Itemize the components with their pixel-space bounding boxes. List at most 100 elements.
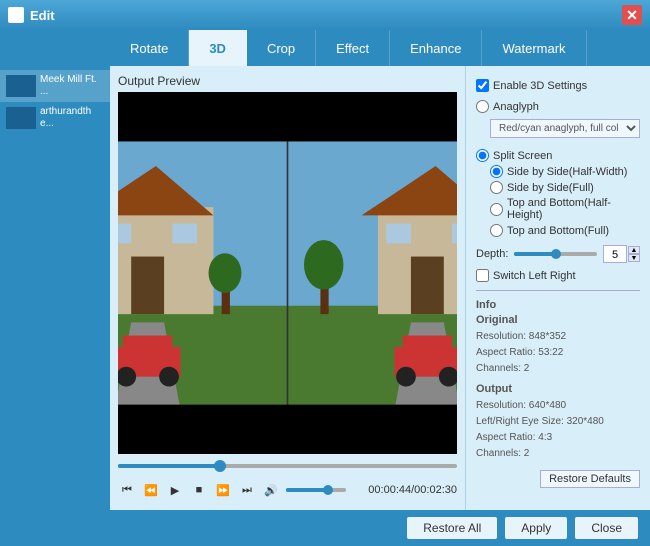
output-channels: Channels: 2 (476, 446, 640, 462)
step-forward-button[interactable]: ⏩ (214, 481, 232, 499)
split-opt-1-label: Side by Side(Half-Width) (507, 166, 627, 178)
anaglyph-row: Anaglyph (476, 100, 640, 113)
seek-bar[interactable] (118, 464, 457, 468)
stop-button[interactable]: ■ (190, 481, 208, 499)
tab-3d[interactable]: 3D (189, 30, 247, 66)
enable-3d-label: Enable 3D Settings (493, 80, 587, 92)
file-item-1[interactable]: Meek Mill Ft. ... (0, 70, 110, 102)
step-back-button[interactable]: ⏪ (142, 481, 160, 499)
info-title: Info (476, 299, 640, 311)
time-display: 00:00:44/00:02:30 (368, 484, 457, 496)
split-screen-row: Split Screen (476, 149, 640, 162)
switch-lr-row: Switch Left Right (476, 269, 640, 282)
split-opt-1-row: Side by Side(Half-Width) (490, 165, 640, 178)
file-thumb-1 (6, 75, 36, 97)
depth-row: Depth: 5 ▲ ▼ (476, 245, 640, 263)
close-button-bottom[interactable]: Close (575, 517, 638, 539)
enable-3d-checkbox[interactable] (476, 79, 489, 92)
settings-panel: Enable 3D Settings Anaglyph Red/cyan ana… (465, 66, 650, 510)
split-screen-label: Split Screen (493, 150, 552, 162)
split-opt-2-radio[interactable] (490, 181, 503, 194)
depth-down-button[interactable]: ▼ (628, 254, 640, 262)
tab-enhance[interactable]: Enhance (390, 30, 482, 66)
depth-value-box: 5 ▲ ▼ (603, 245, 640, 263)
info-section: Info Original Resolution: 848*352 Aspect… (476, 299, 640, 377)
skip-back-button[interactable]: ⏮ (118, 481, 136, 499)
play-button[interactable]: ▶ (166, 481, 184, 499)
output-resolution: Resolution: 640*480 (476, 398, 640, 414)
anaglyph-dropdown[interactable]: Red/cyan anaglyph, full color (490, 119, 640, 138)
tab-watermark[interactable]: Watermark (482, 30, 586, 66)
split-screen-group: Split Screen Side by Side(Half-Width) Si… (476, 149, 640, 237)
window-title: Edit (30, 8, 622, 23)
file-name-1: Meek Mill Ft. ... (40, 74, 104, 98)
skip-forward-button[interactable]: ⏭ (238, 481, 256, 499)
depth-spinner: ▲ ▼ (628, 246, 640, 262)
split-opt-2-row: Side by Side(Full) (490, 181, 640, 194)
tab-rotate[interactable]: Rotate (110, 30, 189, 66)
volume-icon: 🔊 (262, 481, 280, 499)
title-bar: Edit ✕ (0, 0, 650, 30)
preview-section: Output Preview (110, 66, 465, 510)
preview-label: Output Preview (118, 74, 457, 88)
split-opt-4-label: Top and Bottom(Full) (507, 225, 609, 237)
file-thumb-2 (6, 107, 36, 129)
anaglyph-label: Anaglyph (493, 101, 539, 113)
restore-defaults-button[interactable]: Restore Defaults (540, 470, 640, 488)
main-container: Rotate 3D Crop Effect Enhance Watermark … (0, 30, 650, 546)
anaglyph-group: Anaglyph Red/cyan anaglyph, full color (476, 100, 640, 141)
split-options-container: Side by Side(Half-Width) Side by Side(Fu… (476, 165, 640, 237)
original-aspect-ratio: Aspect Ratio: 53:22 (476, 345, 640, 361)
controls-row: ⏮ ⏪ ▶ ■ ⏩ ⏭ 🔊 00:00:44/00:02:30 (118, 478, 457, 502)
split-opt-1-radio[interactable] (490, 165, 503, 178)
restore-all-button[interactable]: Restore All (407, 517, 497, 539)
output-label: Output (476, 383, 640, 395)
split-opt-4-radio[interactable] (490, 224, 503, 237)
output-aspect-ratio: Aspect Ratio: 4:3 (476, 430, 640, 446)
switch-lr-label: Switch Left Right (493, 270, 576, 282)
app-icon (8, 7, 24, 23)
volume-fill (286, 488, 328, 492)
content-area: Meek Mill Ft. ... arthurandthe... Output… (0, 66, 650, 510)
volume-bar[interactable] (286, 488, 346, 492)
tab-bar: Rotate 3D Crop Effect Enhance Watermark (0, 30, 650, 66)
split-opt-3-label: Top and Bottom(Half-Height) (507, 197, 640, 221)
anaglyph-radio[interactable] (476, 100, 489, 113)
depth-slider[interactable] (514, 252, 597, 256)
close-button[interactable]: ✕ (622, 5, 642, 25)
seek-thumb (214, 460, 226, 472)
preview-controls: ⏮ ⏪ ▶ ■ ⏩ ⏭ 🔊 00:00:44/00:02:30 (118, 458, 457, 502)
output-left-right: Left/Right Eye Size: 320*480 (476, 414, 640, 430)
video-scene (118, 92, 457, 454)
depth-value[interactable]: 5 (603, 245, 627, 263)
switch-lr-checkbox[interactable] (476, 269, 489, 282)
seek-bar-fill (118, 464, 220, 468)
output-info-section: Output Resolution: 640*480 Left/Right Ey… (476, 383, 640, 462)
depth-up-button[interactable]: ▲ (628, 246, 640, 254)
original-resolution: Resolution: 848*352 (476, 329, 640, 345)
split-screen-radio[interactable] (476, 149, 489, 162)
original-label: Original (476, 314, 640, 326)
split-opt-3-radio[interactable] (490, 203, 503, 216)
depth-fill (514, 252, 555, 256)
file-name-2: arthurandthe... (40, 106, 104, 130)
file-item-2[interactable]: arthurandthe... (0, 102, 110, 134)
tab-effect[interactable]: Effect (316, 30, 390, 66)
anaglyph-dropdown-container: Red/cyan anaglyph, full color (476, 116, 640, 141)
volume-thumb (323, 485, 333, 495)
split-opt-3-row: Top and Bottom(Half-Height) (490, 197, 640, 221)
enable-3d-group: Enable 3D Settings (476, 79, 640, 92)
apply-button[interactable]: Apply (505, 517, 567, 539)
depth-thumb (551, 249, 561, 259)
split-opt-4-row: Top and Bottom(Full) (490, 224, 640, 237)
original-channels: Channels: 2 (476, 361, 640, 377)
tab-crop[interactable]: Crop (247, 30, 316, 66)
seek-bar-container[interactable] (118, 458, 457, 474)
bottom-bar: Restore All Apply Close (0, 510, 650, 546)
depth-label: Depth: (476, 248, 508, 260)
divider-1 (476, 290, 640, 291)
video-preview (118, 92, 457, 454)
enable-3d-row: Enable 3D Settings (476, 79, 640, 92)
file-sidebar: Meek Mill Ft. ... arthurandthe... (0, 66, 110, 510)
split-opt-2-label: Side by Side(Full) (507, 182, 594, 194)
